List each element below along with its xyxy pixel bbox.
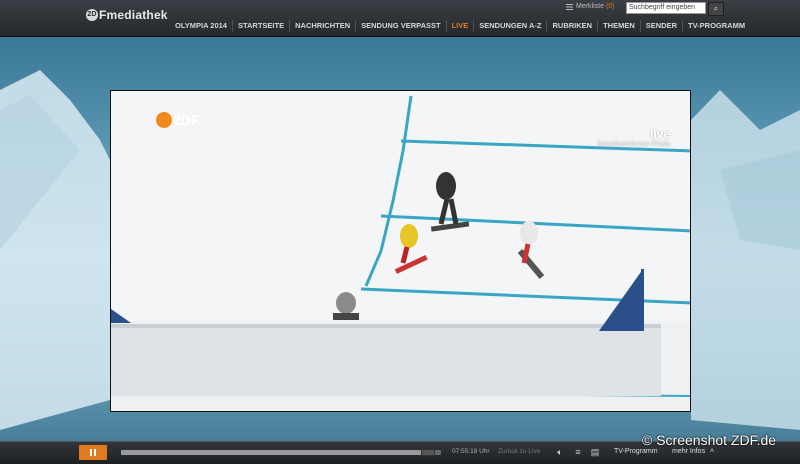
pause-button[interactable] [79, 445, 107, 460]
live-label: live [649, 127, 670, 141]
nav-item-live[interactable]: LIVE [445, 20, 474, 32]
volume-icon[interactable]: 🔈︎ [553, 446, 567, 459]
nav-item-themen[interactable]: THEMEN [597, 20, 640, 32]
mehr-infos-label: mehr Infos [672, 448, 706, 455]
search-button[interactable]: ⌕ [708, 2, 724, 16]
back-to-live-link[interactable]: Zurück zu Live [498, 448, 540, 455]
merkliste-count: (0) [606, 3, 615, 10]
watermark-text: 2DF [173, 112, 200, 128]
settings-icon[interactable]: ≡ [571, 446, 585, 459]
video-player[interactable]: 2DF live Snowboardcross Finals [110, 90, 691, 412]
pause-icon-bar [94, 449, 96, 456]
zdf-watermark: 2DF [156, 112, 199, 128]
progress-handle[interactable] [420, 449, 435, 456]
nav-item-startseite[interactable]: STARTSEITE [231, 20, 289, 32]
nav-item-sender[interactable]: SENDER [639, 20, 682, 32]
nav-item-olympia-2014[interactable]: OLYMPIA 2014 [170, 20, 232, 32]
pause-icon [90, 449, 92, 456]
nav-item-nachrichten[interactable]: NACHRICHTEN [289, 20, 355, 32]
mehr-infos-button[interactable]: mehr Infos ˄ [672, 448, 714, 455]
nav-item-sendungen-a-z[interactable]: SENDUNGEN A-Z [473, 20, 546, 32]
zdf-logo-icon: 2D [86, 9, 98, 21]
current-time: 07:55:18 Uhr [452, 448, 490, 455]
nav-item-rubriken[interactable]: RUBRIKEN [546, 20, 597, 32]
copyright-watermark: © Screenshot ZDF.de [642, 432, 777, 448]
search-input[interactable]: Suchbegriff eingeben [626, 2, 706, 14]
nav-item-tv-programm[interactable]: TV-PROGRAMM [682, 20, 750, 32]
chevron-up-icon: ˄ [710, 448, 715, 455]
merkliste-link[interactable]: Merkliste (0) [566, 3, 615, 10]
merkliste-label: Merkliste [576, 3, 605, 10]
top-navigation-bar: 2D Fmediathek Merkliste (0) Suchbegriff … [0, 0, 800, 37]
event-subtitle: Snowboardcross Finals [597, 141, 670, 148]
progress-bar[interactable] [121, 449, 441, 456]
chat-icon[interactable]: ▤ [588, 446, 602, 459]
logo-text: Fmediathek [99, 8, 168, 22]
zdf-circle-icon [156, 112, 172, 128]
zdf-mediathek-logo[interactable]: 2D Fmediathek [86, 7, 168, 23]
tv-programm-button[interactable]: TV-Programm [614, 448, 658, 455]
list-icon [566, 3, 573, 10]
live-overlay: live Snowboardcross Finals [597, 127, 670, 148]
search-icon: ⌕ [713, 4, 719, 13]
progress-fill [121, 450, 435, 455]
nav-item-sendung-verpasst[interactable]: SENDUNG VERPASST [355, 20, 445, 32]
main-nav: OLYMPIA 2014 STARTSEITE NACHRICHTEN SEND… [170, 20, 750, 32]
